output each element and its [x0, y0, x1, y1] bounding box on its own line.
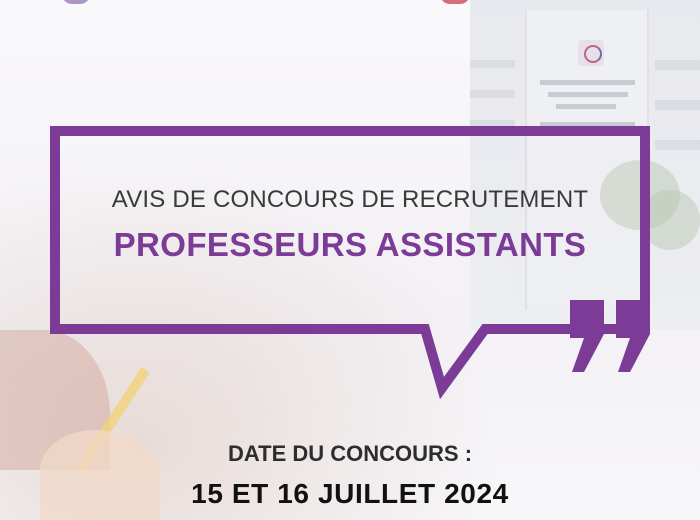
university-logo-icon [578, 40, 604, 66]
building-sign-line [548, 92, 628, 97]
contest-date-label: DATE DU CONCOURS : [227, 441, 473, 466]
building-window [655, 60, 700, 70]
building-window [655, 140, 700, 150]
building-window [470, 90, 515, 98]
contest-date-value: 15 ET 16 JUILLET 2024 [191, 478, 509, 509]
position-title: PROFESSEURS ASSISTANTS [113, 226, 587, 263]
building-window [470, 60, 515, 68]
closing-quote-icon [570, 300, 650, 372]
building-sign-line [556, 104, 616, 109]
building-sign-line [540, 80, 635, 85]
announcement-heading: AVIS DE CONCOURS DE RECRUTEMENT [111, 186, 589, 213]
building-window [655, 100, 700, 110]
